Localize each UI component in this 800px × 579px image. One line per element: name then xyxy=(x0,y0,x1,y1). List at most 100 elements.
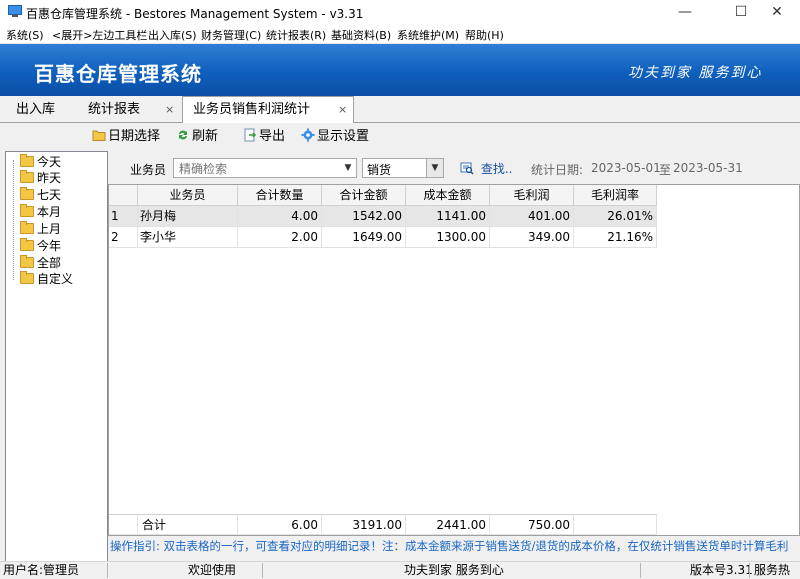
document-type-select[interactable]: 销货 ▼ xyxy=(362,158,444,178)
summary-label: 合计 xyxy=(138,514,238,535)
tree-item-label: 今年 xyxy=(37,239,62,253)
menu-stock-in-out[interactable]: 出入库(S) xyxy=(148,27,197,43)
chevron-down-icon[interactable]: ▼ xyxy=(426,159,443,177)
refresh-button[interactable]: 刷新 xyxy=(176,128,218,146)
column-header[interactable]: 毛利润 xyxy=(490,185,574,206)
tree-item-last-month[interactable]: 上月 xyxy=(20,221,61,237)
tree-item-all[interactable]: 全部 xyxy=(20,255,61,271)
folder-icon xyxy=(20,221,34,234)
cell-qty[interactable]: 4.00 xyxy=(238,206,322,227)
summary-cost: 2441.00 xyxy=(406,514,490,535)
menu-basic-data[interactable]: 基础资料(B) xyxy=(331,27,391,43)
tree-item-label: 今天 xyxy=(37,155,62,169)
row-number: 2 xyxy=(109,227,138,248)
find-button[interactable]: 查找.. xyxy=(460,160,512,176)
column-header[interactable]: 业务员 xyxy=(138,185,238,206)
cell-cost[interactable]: 1141.00 xyxy=(406,206,490,227)
status-separator xyxy=(749,563,750,578)
tree-item-label: 七天 xyxy=(37,188,62,202)
status-user: 用户名:管理员 xyxy=(3,563,80,577)
window-title-bar: 百惠仓库管理系统 - Bestores Management System - … xyxy=(0,0,800,24)
date-select-button[interactable]: 日期选择 xyxy=(92,128,160,146)
close-window-button[interactable]: ✕ xyxy=(754,0,800,24)
tree-item-this-month[interactable]: 本月 xyxy=(20,204,61,220)
search-icon xyxy=(460,162,474,175)
tab-strip: 出入库 统计报表 × 业务员销售利润统计 × xyxy=(0,96,800,123)
cell-amount[interactable]: 1649.00 xyxy=(322,227,406,248)
cell-profit-rate[interactable]: 21.16% xyxy=(574,227,657,248)
menu-finance[interactable]: 财务管理(C) xyxy=(201,27,261,43)
export-button[interactable]: 导出 xyxy=(243,128,285,146)
status-bar: 用户名:管理员 欢迎使用 功夫到家 服务到心 版本号3.31 服务热 xyxy=(0,561,800,579)
status-version: 版本号3.31 xyxy=(690,563,753,577)
date-range-tree: 今天 昨天 七天 本月 上月 今年 全部 自定义 xyxy=(5,151,108,563)
tree-item-custom[interactable]: 自定义 xyxy=(20,271,73,287)
folder-icon xyxy=(20,187,34,200)
chevron-down-icon[interactable]: ▼ xyxy=(340,159,356,177)
filter-bar: 业务员 ▼ 销货 ▼ 查找.. 统计日期: 2023-05-01 至 2023-… xyxy=(108,152,800,182)
profit-table: 业务员 合计数量 合计金额 成本金额 毛利润 毛利润率 1 孙月梅 4.00 1… xyxy=(108,184,800,536)
document-type-value: 销货 xyxy=(367,163,392,177)
cell-amount[interactable]: 1542.00 xyxy=(322,206,406,227)
menu-reports[interactable]: 统计报表(R) xyxy=(266,27,326,43)
status-welcome: 欢迎使用 xyxy=(188,563,237,577)
tree-item-today[interactable]: 今天 xyxy=(20,154,61,170)
cell-salesperson[interactable]: 孙月梅 xyxy=(138,206,238,227)
menu-help[interactable]: 帮助(H) xyxy=(465,27,504,43)
row-number: 1 xyxy=(109,206,138,227)
display-settings-button[interactable]: 显示设置 xyxy=(301,128,369,146)
menu-expand-left-toolbar[interactable]: <展开>左边工具栏 xyxy=(52,27,147,43)
tree-item-label: 本月 xyxy=(37,205,62,219)
system-title: 百惠仓库管理系统 xyxy=(34,62,202,86)
folder-icon xyxy=(20,255,34,268)
cell-salesperson[interactable]: 李小华 xyxy=(138,227,238,248)
row-number-header xyxy=(109,185,138,206)
summary-profit: 750.00 xyxy=(490,514,574,535)
display-settings-label: 显示设置 xyxy=(317,129,370,144)
folder-icon xyxy=(20,170,34,183)
cell-cost[interactable]: 1300.00 xyxy=(406,227,490,248)
app-icon xyxy=(8,5,22,17)
refresh-label: 刷新 xyxy=(192,129,219,144)
tab-close-icon[interactable]: × xyxy=(165,98,174,122)
column-header[interactable]: 合计数量 xyxy=(238,185,322,206)
menu-maintenance[interactable]: 系统维护(M) xyxy=(397,27,459,43)
tab-close-icon[interactable]: × xyxy=(338,98,347,122)
folder-open-icon xyxy=(92,130,106,141)
cell-profit-rate[interactable]: 26.01% xyxy=(574,206,657,227)
salesperson-search-combo[interactable]: ▼ xyxy=(173,158,357,178)
export-icon xyxy=(244,128,257,142)
status-slogan: 功夫到家 服务到心 xyxy=(404,563,504,577)
tab-label: 业务员销售利润统计 xyxy=(193,102,311,117)
operation-hint: 操作指引: 双击表格的一行，可查看对应的明细记录！注：成本金额来源于销售送货/退… xyxy=(110,539,789,553)
status-service: 服务热 xyxy=(754,563,791,577)
banner-slogan: 功夫到家 服务到心 xyxy=(628,65,763,81)
tree-item-yesterday[interactable]: 昨天 xyxy=(20,170,61,186)
minimize-button[interactable]: — xyxy=(662,0,708,24)
status-separator xyxy=(107,563,108,578)
tree-item-seven-days[interactable]: 七天 xyxy=(20,187,61,203)
salesperson-label: 业务员 xyxy=(130,163,167,177)
tab-reports[interactable]: 统计报表 × xyxy=(72,98,180,122)
tree-item-label: 全部 xyxy=(37,256,62,270)
column-header[interactable]: 毛利润率 xyxy=(574,185,657,206)
cell-profit[interactable]: 349.00 xyxy=(490,227,574,248)
tab-label: 统计报表 xyxy=(88,102,141,117)
menu-system[interactable]: 系统(S) xyxy=(6,27,44,43)
tree-item-label: 昨天 xyxy=(37,171,62,185)
tab-label: 出入库 xyxy=(16,102,56,117)
date-to-word: 至 xyxy=(659,163,672,177)
salesperson-search-input[interactable] xyxy=(177,160,341,178)
summary-profit-rate xyxy=(574,514,657,535)
window-title: 百惠仓库管理系统 - Bestores Management System - … xyxy=(26,7,364,21)
column-header[interactable]: 成本金额 xyxy=(406,185,490,206)
tab-stock-in-out[interactable]: 出入库 xyxy=(0,98,72,122)
tree-item-label: 上月 xyxy=(37,222,62,236)
tree-item-this-year[interactable]: 今年 xyxy=(20,238,61,254)
tab-salesperson-profit[interactable]: 业务员销售利润统计 × xyxy=(182,96,354,123)
summary-row-number xyxy=(109,514,138,535)
folder-icon xyxy=(20,154,34,167)
cell-profit[interactable]: 401.00 xyxy=(490,206,574,227)
cell-qty[interactable]: 2.00 xyxy=(238,227,322,248)
column-header[interactable]: 合计金额 xyxy=(322,185,406,206)
